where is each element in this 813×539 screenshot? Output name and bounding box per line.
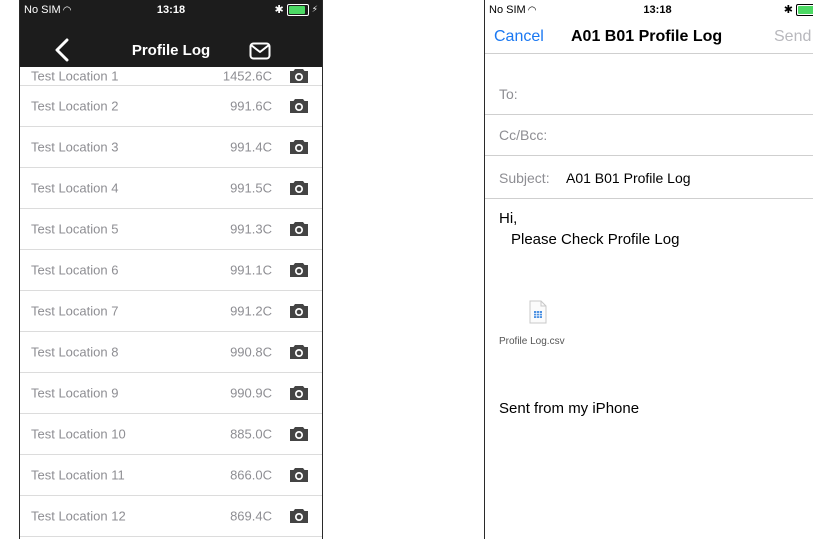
subject-value: A01 B01 Profile Log xyxy=(566,170,691,186)
location-name: Test Location 12 xyxy=(31,508,126,524)
location-name: Test Location 1 xyxy=(31,68,119,84)
status-bar: No SIM ◠ 13:18 ✱ ⚡ xyxy=(20,0,322,20)
battery-icon xyxy=(286,3,309,16)
camera-icon[interactable] xyxy=(289,426,309,442)
mail-compose-screen: No SIM ◠ 13:18 ✱ Cancel A01 B01 Profile L… xyxy=(484,0,813,539)
battery-level xyxy=(798,5,813,14)
clock: 13:18 xyxy=(643,4,672,16)
camera-icon[interactable] xyxy=(289,467,309,483)
battery-icon xyxy=(796,3,813,16)
camera-icon[interactable] xyxy=(289,344,309,360)
bluetooth-icon: ✱ xyxy=(783,4,793,16)
location-name: Test Location 4 xyxy=(31,180,119,196)
page-title: Profile Log xyxy=(131,42,211,59)
charging-icon: ⚡ xyxy=(311,4,318,14)
temperature-value: 885.0C xyxy=(230,426,272,442)
greeting-text: Hi, xyxy=(499,210,518,227)
camera-icon[interactable] xyxy=(289,385,309,401)
camera-icon[interactable] xyxy=(289,98,309,114)
subject-field[interactable]: Subject: A01 B01 Profile Log xyxy=(485,158,813,199)
battery-level xyxy=(288,5,305,14)
table-row[interactable]: Test Location 12 869.4C xyxy=(20,496,322,537)
table-row[interactable]: Test Location 3 991.4C xyxy=(20,127,322,168)
table-row[interactable]: Test Location 5 991.3C xyxy=(20,209,322,250)
location-name: Test Location 2 xyxy=(31,98,119,114)
subject-label: Subject: xyxy=(499,170,550,186)
table-row[interactable]: Test Location 4 991.5C xyxy=(20,168,322,209)
temperature-value: 990.8C xyxy=(230,344,272,360)
temperature-value: 991.3C xyxy=(230,221,272,237)
table-row[interactable]: Test Location 10 885.0C xyxy=(20,414,322,455)
table-row[interactable]: Test Location 2 991.6C xyxy=(20,86,322,127)
table-row[interactable]: Test Location 8 990.8C xyxy=(20,332,322,373)
location-name: Test Location 9 xyxy=(31,385,119,401)
compose-nav-bar: Cancel A01 B01 Profile Log Send xyxy=(485,20,813,54)
location-name: Test Location 7 xyxy=(31,303,119,319)
message-text: Please Check Profile Log xyxy=(511,231,680,248)
table-row[interactable]: Test Location 7 991.2C xyxy=(20,291,322,332)
temperature-value: 991.1C xyxy=(230,262,272,278)
table-row[interactable]: Test Location 6 991.1C xyxy=(20,250,322,291)
send-button[interactable]: Send xyxy=(774,28,811,46)
compose-title: A01 B01 Profile Log xyxy=(571,28,723,45)
camera-icon[interactable] xyxy=(289,180,309,196)
signature-text: Sent from my iPhone xyxy=(499,400,640,417)
csv-file-icon xyxy=(529,300,547,324)
camera-icon[interactable] xyxy=(289,68,309,84)
table-row[interactable]: Test Location 9 990.9C xyxy=(20,373,322,414)
location-list: Test Location 1 1452.6C Test Location 2 991… xyxy=(20,67,322,537)
temperature-value: 990.9C xyxy=(230,385,272,401)
camera-icon[interactable] xyxy=(289,303,309,319)
cancel-button[interactable]: Cancel xyxy=(494,28,544,46)
profile-log-screen: No SIM ◠ 13:18 ✱ ⚡ Profile Log Test Locat… xyxy=(19,0,323,539)
location-name: Test Location 5 xyxy=(31,221,119,237)
status-right: ✱ xyxy=(784,3,813,16)
temperature-value: 991.2C xyxy=(230,303,272,319)
camera-icon[interactable] xyxy=(289,262,309,278)
location-name: Test Location 10 xyxy=(31,426,126,442)
navigation-bar: Profile Log xyxy=(20,20,322,67)
cc-bcc-field[interactable]: Cc/Bcc: xyxy=(485,115,813,156)
location-name: Test Location 11 xyxy=(31,467,125,483)
to-field[interactable]: To: xyxy=(485,74,813,115)
temperature-value: 1452.6C xyxy=(222,68,272,84)
location-name: Test Location 3 xyxy=(31,139,119,155)
status-right: ✱ ⚡ xyxy=(274,3,318,16)
to-label: To: xyxy=(499,86,518,102)
mail-envelope-icon[interactable] xyxy=(249,42,271,60)
temperature-value: 866.0C xyxy=(230,467,272,483)
temperature-value: 991.6C xyxy=(230,98,272,114)
temperature-value: 869.4C xyxy=(230,508,272,524)
attachment-name: Profile Log.csv xyxy=(499,336,565,347)
table-row[interactable]: Test Location 1 1452.6C xyxy=(20,67,322,86)
camera-icon[interactable] xyxy=(289,139,309,155)
cc-bcc-label: Cc/Bcc: xyxy=(499,127,548,143)
camera-icon[interactable] xyxy=(289,221,309,237)
camera-icon[interactable] xyxy=(289,508,309,524)
temperature-value: 991.4C xyxy=(230,139,272,155)
location-name: Test Location 6 xyxy=(31,262,119,278)
temperature-value: 991.5C xyxy=(230,180,272,196)
bluetooth-icon: ✱ xyxy=(274,4,284,16)
status-bar: No SIM ◠ 13:18 ✱ xyxy=(485,0,813,20)
location-name: Test Location 8 xyxy=(31,344,119,360)
table-row[interactable]: Test Location 11 866.0C xyxy=(20,455,322,496)
